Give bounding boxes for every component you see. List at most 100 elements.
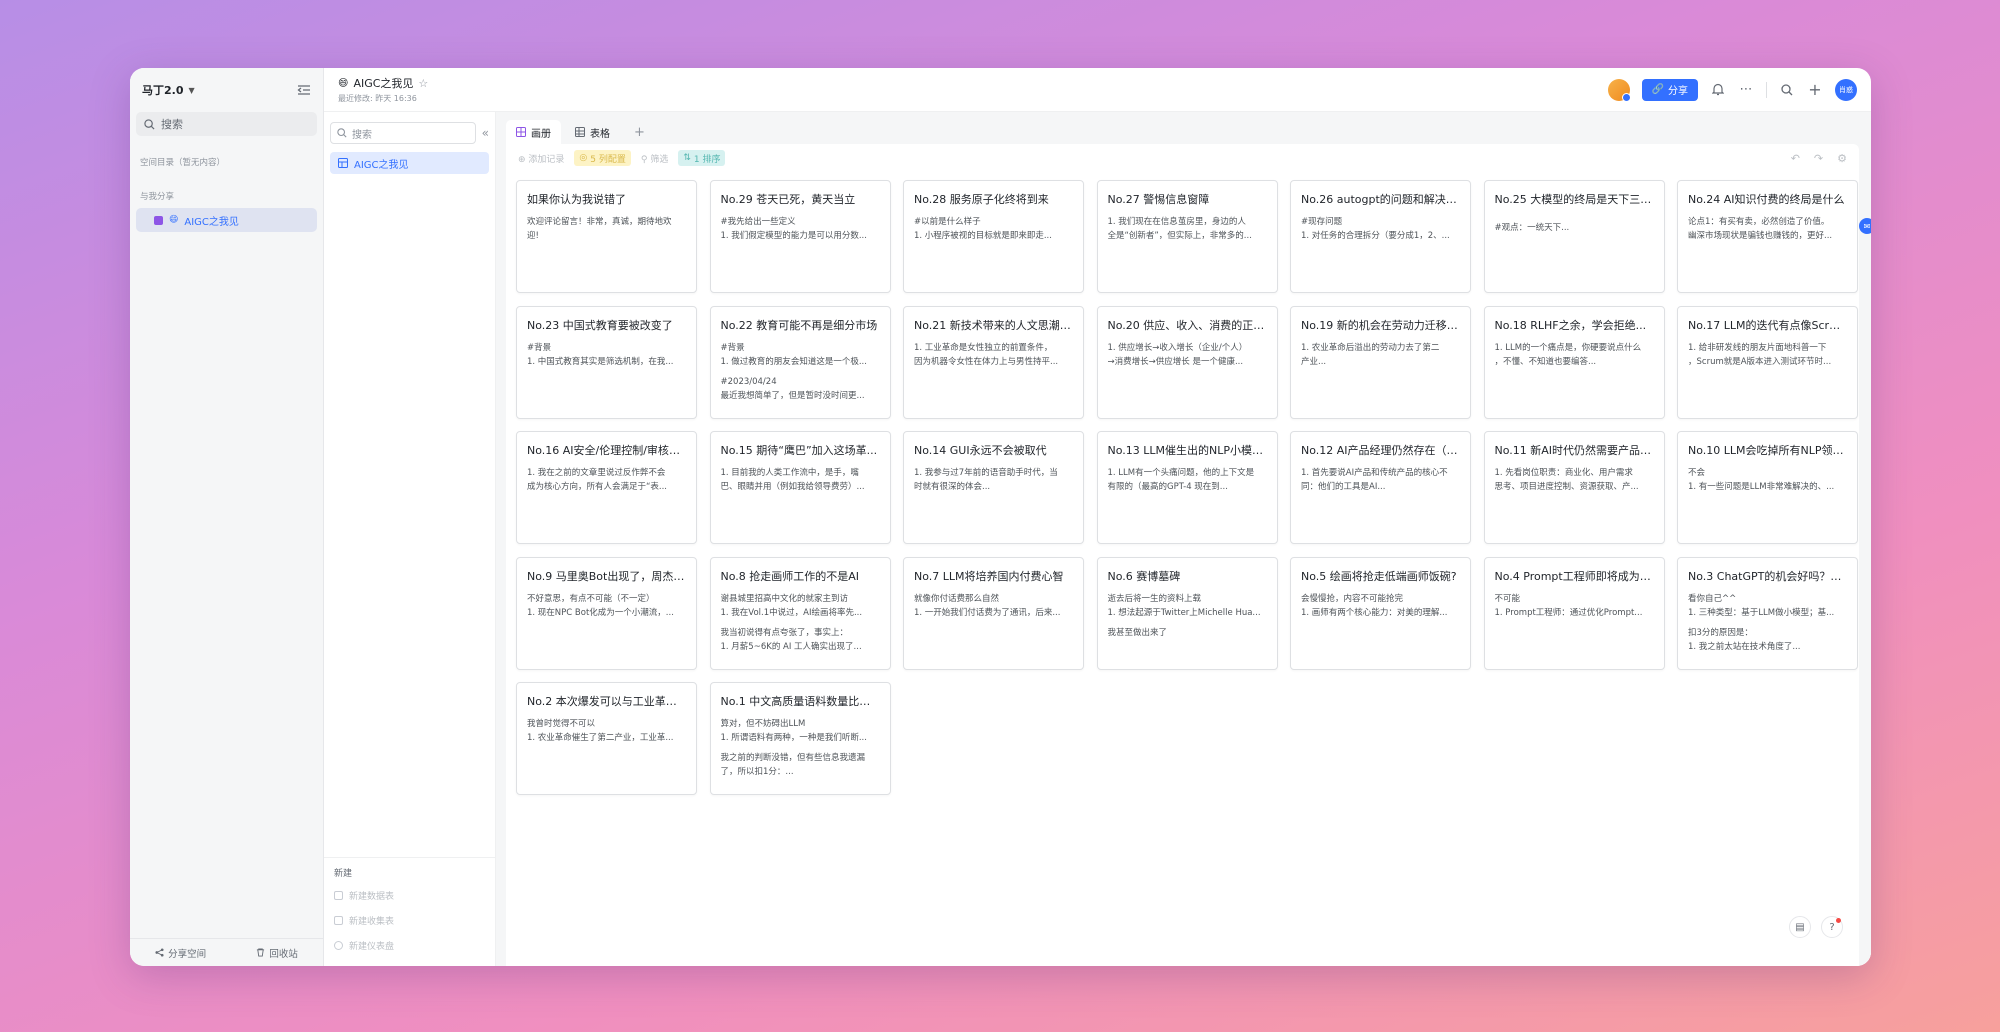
view-toolbar: ⊕ 添加记录 ◎ 5 列配置 ⚲ 筛选 ⇅ 1 排序 ↶ ↷ ⚙ [506, 144, 1859, 172]
card-text-line: 1. 供应增长→收入增长（企业/个人） [1107, 342, 1248, 353]
card-text-line: 1. 一开始我们付话费为了通讯，后来... [914, 607, 1061, 618]
card-text-line: 有限的（最高的GPT-4 现在到... [1107, 482, 1228, 492]
tab-gallery[interactable]: 画册 [506, 120, 561, 144]
gallery-card[interactable]: No.16 AI安全/伦理控制/审核不... 1. 我在之前的文章里说过反作弊不会… [516, 431, 697, 544]
tree-search-input[interactable]: 搜索 [330, 122, 476, 144]
sort-chip[interactable]: ⇅ 1 排序 [678, 150, 726, 166]
bell-icon[interactable] [1710, 82, 1726, 98]
tree-search-placeholder: 搜索 [352, 129, 372, 141]
gallery-card[interactable]: No.18 RLHF之余，学会拒绝... 1. LLM的一个痛点是，你硬要说点什么… [1483, 305, 1665, 419]
collapse-sidebar-icon[interactable] [297, 84, 311, 96]
gallery-card[interactable]: No.2 本次爆发可以与工业革命... 我曾时觉得不可以 1. 农业革命催生了第二产… [516, 682, 697, 795]
field-config-chip[interactable]: ◎ 5 列配置 [574, 150, 631, 166]
card-text-line: 1. 我参与过7年前的语音助手时代，当 [914, 468, 1058, 478]
gallery-card[interactable]: No.19 新的机会在劳动力迁移中... 1. 农业革命后溢出的劳动力去了第二 产业… [1290, 305, 1471, 419]
space-switcher[interactable]: 马丁2.0 ▼ [142, 82, 195, 98]
new-table-button[interactable]: 新建数据表 [334, 889, 485, 902]
gallery-card[interactable]: No.8 抢走画师工作的不是AI 谢县城里招高中文化的就家主到访 1. 我在Vol.… [709, 556, 891, 670]
gallery-card[interactable]: No.9 马里奥Bot出现了，周杰伦... 不好意思，有点不可能（不一定） 1. 现… [516, 556, 697, 670]
card-text-line: 逝去后将一生的资料上载 [1107, 593, 1202, 604]
plus-icon[interactable]: + [1807, 80, 1823, 99]
card-text-line: 1. 给非研发线的朋友片面地科普一下 [1688, 342, 1827, 353]
share-button-label: 分享 [1668, 86, 1688, 97]
card-text-line: 迎! [527, 231, 539, 241]
gallery-card[interactable]: No.23 中国式教育要被改变了 #背景 1. 中国式教育其实是筛选机制，在我... [516, 305, 697, 419]
settings-icon[interactable]: ⚙ [1837, 152, 1847, 165]
tab-grid[interactable]: 表格 [565, 120, 620, 144]
card-title: No.12 AI产品经理仍然存在（哪... [1301, 444, 1460, 457]
gallery-card[interactable]: No.25 大模型的终局是天下三分... #观点：一统天下... [1483, 180, 1665, 293]
card-text-line: 1. 月薪5~6K的 AI 工人确实出现了... [720, 641, 862, 652]
chat-assistant-icon[interactable]: ✉ [1859, 218, 1871, 234]
card-title: No.14 GUI永远不会被取代 [914, 444, 1047, 457]
gallery-card[interactable]: No.5 绘画将抢走低端画师饭碗? 会慢慢抢，内容不可能抢完 1. 画师有两个核心能… [1290, 556, 1471, 670]
star-icon[interactable]: ☆ [418, 77, 428, 90]
card-title: No.24 AI知识付费的终局是什么 [1688, 193, 1845, 206]
gallery-card[interactable]: No.27 警惕信息窗障 1. 我们现在在信息茧房里，身边的人 全是“创新者”，但实… [1096, 180, 1278, 293]
gallery-card[interactable]: No.7 LLM将培养国内付费心智 就像你付话费那么自然 1. 一开始我们付话费为了… [903, 556, 1084, 670]
notification-dot [1836, 918, 1841, 923]
card-title: No.10 LLM会吃掉所有NLP领域... [1688, 444, 1847, 457]
card-text-line: 1. 我们现在在信息茧房里，身边的人 [1107, 217, 1246, 227]
gallery-card[interactable]: No.13 LLM催生出的NLP小模型... 1. LLM有一个头痛问题，他的上下… [1096, 431, 1278, 544]
card-text-line: 1. LLM有一个头痛问题，他的上下文是 [1107, 468, 1255, 478]
gallery-card[interactable]: No.10 LLM会吃掉所有NLP领域... 不会 1. 有一些问题是LLM非常难解… [1677, 431, 1858, 544]
card-text-line: 我之前的判断没错，但有些信息我遗漏 [720, 753, 866, 763]
card-text-line: 1. 农业革命后溢出的劳动力去了第二 [1301, 342, 1440, 353]
collaborator-avatar[interactable] [1607, 78, 1631, 102]
gallery-card[interactable]: No.3 ChatGPT的机会好吗？值... 看你自己^^ 1. 三种类型：基于LL… [1677, 556, 1858, 670]
card-title: No.23 中国式教育要被改变了 [527, 318, 673, 332]
card-title: No.26 autogpt的问题和解决方案 [1301, 193, 1460, 206]
gallery-card[interactable]: No.4 Prompt工程师即将成为一... 不可能 1. Prompt工程师：通过… [1483, 556, 1665, 670]
gallery-card[interactable]: No.26 autogpt的问题和解决方案 #现存问题 1. 对任务的合理拆分（要分… [1290, 180, 1471, 293]
card-text-line: 产业... [1301, 356, 1327, 367]
gallery-card[interactable]: No.12 AI产品经理仍然存在（哪... 1. 首先要说AI产品和传统产品的核心… [1290, 431, 1471, 544]
gallery-card[interactable]: No.15 期待“鹰巴”加入这场革... 1. 目前我的人类工作流中，是手，嘴 巴、… [709, 431, 891, 544]
new-dashboard-button[interactable]: 新建仪表盘 [334, 939, 485, 952]
sidebar-search-input[interactable]: 搜索 [136, 112, 317, 136]
gallery-card[interactable]: No.29 苍天已死，黄天当立 #我先给出一些定义 1. 我们假定模型的能力是可以用… [709, 180, 891, 293]
search-icon[interactable] [1779, 82, 1795, 98]
form-icon [334, 916, 343, 925]
card-text-line: 时就有很深的体会... [914, 482, 991, 492]
card-text-line: 1. 农业革命催生了第二产业，工业革... [527, 733, 674, 743]
document-icon[interactable]: ▤ [1789, 916, 1811, 938]
user-avatar[interactable]: 肖惑 [1835, 78, 1857, 101]
add-record-button[interactable]: ⊕ 添加记录 [518, 152, 564, 165]
filter-button[interactable]: ⚲ 筛选 [641, 152, 668, 165]
gallery-card[interactable]: No.1 中文高质量语料数量比英... 算对，但不妨碍出LLM 1. 所谓语料有两种… [709, 682, 891, 795]
card-text-line: 我甚至做出来了 [1107, 627, 1168, 638]
gallery-card[interactable]: No.28 服务原子化终将到来 #以前是什么样子 1. 小程序被视的目标就是即来即走… [903, 180, 1084, 293]
gallery-card[interactable]: No.14 GUI永远不会被取代 1. 我参与过7年前的语音助手时代，当 时就有很深… [903, 431, 1084, 544]
redo-icon[interactable]: ↷ [1814, 152, 1823, 165]
card-text-line: 了，所以扣1分：... [720, 767, 794, 777]
add-view-icon[interactable]: + [624, 125, 655, 140]
new-label: 新建 [334, 869, 353, 879]
gallery-card[interactable]: No.22 教育可能不再是细分市场 #背景 1. 做过教育的朋友会知道这是一个极..… [709, 305, 891, 419]
sort-label: 1 排序 [693, 154, 721, 165]
gallery-card[interactable]: No.6 赛博墓碑 逝去后将一生的资料上载 1. 想法起源于Twitter上Mich… [1096, 556, 1278, 670]
tree-item-aigc[interactable]: AIGC之我见 [330, 152, 489, 174]
new-form-button[interactable]: 新建收集表 [334, 914, 485, 927]
sidebar-item-aigc[interactable]: 😄 AIGC之我见 [136, 208, 317, 232]
collapse-tree-icon[interactable]: « [482, 126, 489, 140]
gallery-card[interactable]: No.17 LLM的迭代有点像Scrum... 1. 给非研发线的朋友片面地科普一… [1677, 305, 1858, 419]
help-icon[interactable]: ? [1821, 916, 1843, 938]
more-icon[interactable]: ⋯ [1738, 82, 1754, 98]
undo-icon[interactable]: ↶ [1791, 152, 1800, 165]
share-button[interactable]: 🔗 分享 [1641, 78, 1698, 101]
gallery-card[interactable]: No.11 新AI时代仍然需要产品经理 1. 先看岗位职责：商业化、用户需求 思考、… [1483, 431, 1665, 544]
gallery-icon [516, 127, 526, 137]
gallery-card[interactable]: No.21 新技术带来的人文思潮变... 1. 工业革命是女性独立的前置条件， 因为… [903, 305, 1084, 419]
card-text-line: 不会 [1688, 468, 1706, 478]
emoji-icon: 😄 [338, 77, 349, 89]
card-text-line: 不可能 [1494, 593, 1521, 604]
share-space-button[interactable]: 分享空间 [155, 946, 206, 960]
card-text-line: 1. 我之前太站在技术角度了... [1688, 641, 1801, 652]
gallery-card[interactable]: No.24 AI知识付费的终局是什么 论点1：有买有卖，必然创造了价值。 幽深市场现… [1677, 180, 1858, 293]
card-text-line: #现存问题 [1301, 217, 1343, 227]
trash-button[interactable]: 回收站 [256, 946, 298, 960]
card-title: No.15 期待“鹰巴”加入这场革... [720, 444, 878, 457]
gallery-card[interactable]: No.20 供应、收入、消费的正向... 1. 供应增长→收入增长（企业/个人） →… [1096, 305, 1278, 419]
gallery-card[interactable]: 如果你认为我说错了 欢迎评论留言！非常，真诚，期待地欢 迎! [516, 180, 697, 293]
